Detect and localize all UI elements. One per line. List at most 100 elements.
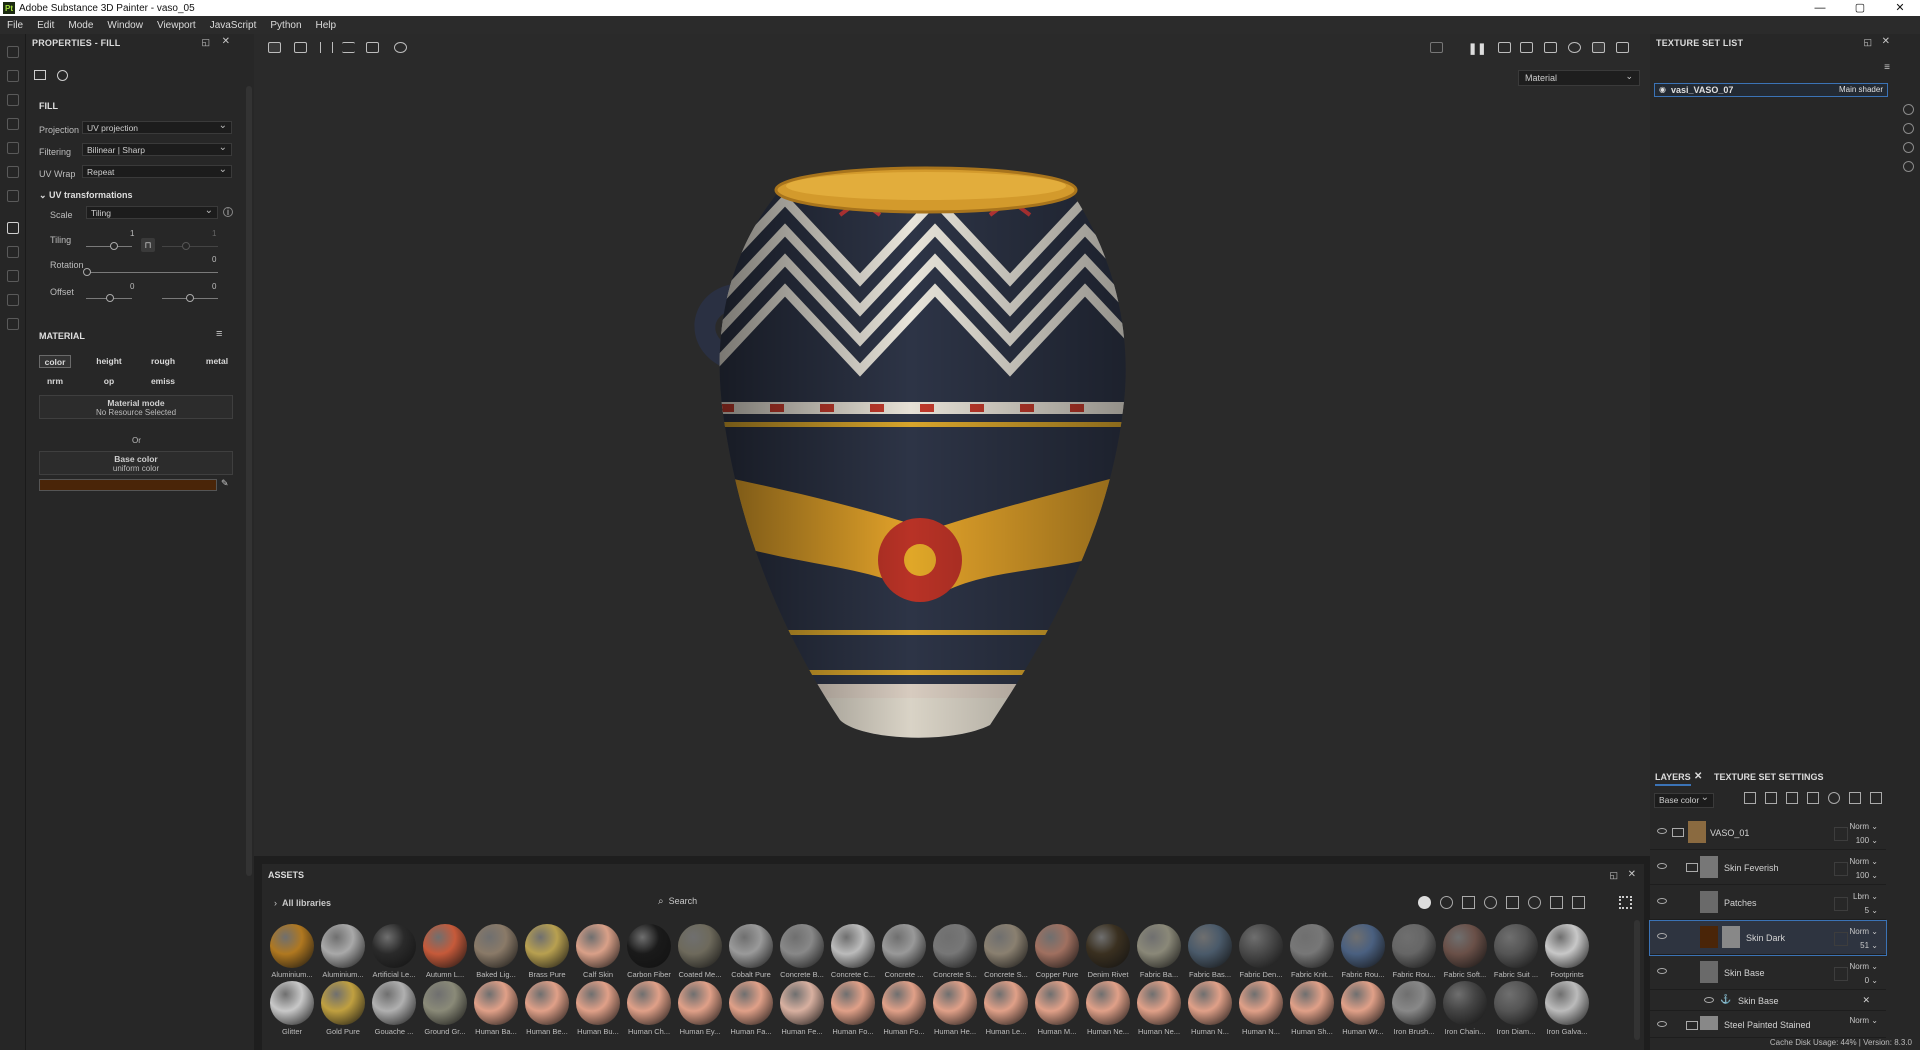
channel-emiss-button[interactable]: emiss xyxy=(147,375,179,388)
layers-close-icon[interactable]: ✕ xyxy=(1694,771,1702,782)
material-mode-slot[interactable]: Material mode No Resource Selected xyxy=(39,395,233,419)
asset-thumbnail[interactable] xyxy=(372,924,416,968)
asset-thumbnail[interactable] xyxy=(423,924,467,968)
asset-thumbnail[interactable] xyxy=(321,981,365,1025)
asset-thumbnail[interactable] xyxy=(1188,924,1232,968)
material-menu-icon[interactable]: ≡ xyxy=(216,328,222,340)
fill-tab-icon[interactable] xyxy=(34,70,46,80)
frame-icon[interactable] xyxy=(366,42,379,53)
screenshot-icon[interactable] xyxy=(1616,42,1629,53)
layer-row[interactable]: Skin Base Norm ⌄ 0 ⌄ xyxy=(1650,956,1886,990)
polygon-fill-icon[interactable] xyxy=(7,222,19,234)
pause-icon[interactable]: ❚❚ xyxy=(1468,42,1486,55)
channel-rough-button[interactable]: rough xyxy=(147,355,179,368)
asset-thumbnail[interactable] xyxy=(270,924,314,968)
pin-icon[interactable]: ◱ xyxy=(201,37,210,48)
add-smart-material-icon[interactable] xyxy=(1828,792,1840,804)
layer-row-selected[interactable]: Skin Dark Norm ⌄ 51 ⌄ xyxy=(1649,920,1887,956)
asset-thumbnail[interactable] xyxy=(576,981,620,1025)
rotation-slider-track[interactable] xyxy=(86,272,218,273)
uvwrap-select[interactable]: Repeat xyxy=(82,164,232,178)
asset-thumbnail[interactable] xyxy=(270,981,314,1025)
visibility-eye-icon[interactable] xyxy=(1657,898,1667,904)
minimize-button[interactable]: — xyxy=(1800,0,1840,16)
asset-thumbnail[interactable] xyxy=(474,924,518,968)
channel-op-button[interactable]: op xyxy=(93,375,125,388)
asset-thumbnail[interactable] xyxy=(525,981,569,1025)
asset-thumbnail[interactable] xyxy=(423,981,467,1025)
asset-thumbnail[interactable] xyxy=(576,924,620,968)
add-folder-icon[interactable] xyxy=(1849,792,1861,804)
asset-thumbnail[interactable] xyxy=(1188,981,1232,1025)
layer-row[interactable]: Skin Feverish Norm ⌄ 100 ⌄ xyxy=(1650,851,1886,885)
asset-thumbnail[interactable] xyxy=(1035,981,1079,1025)
viewport-mode-select[interactable]: Material ⌄ xyxy=(1518,70,1640,86)
layer-blend[interactable]: Norm ⌄ 51 ⌄ xyxy=(1850,925,1879,953)
history-panel-icon[interactable] xyxy=(1903,142,1914,153)
ts-close-icon[interactable]: ✕ xyxy=(1882,36,1890,47)
menu-edit[interactable]: Edit xyxy=(30,20,61,31)
asset-thumbnail[interactable] xyxy=(882,981,926,1025)
shelf-icon[interactable] xyxy=(7,318,19,330)
layer-blend[interactable]: Lbrn ⌄ 5 ⌄ xyxy=(1853,890,1878,918)
eraser-icon[interactable] xyxy=(7,70,19,82)
asset-thumbnail[interactable] xyxy=(321,924,365,968)
paint-brush-icon[interactable] xyxy=(7,46,19,58)
asset-thumbnail[interactable] xyxy=(1035,924,1079,968)
tiling-slider-knob[interactable] xyxy=(110,242,118,250)
asset-thumbnail[interactable] xyxy=(372,981,416,1025)
asset-thumbnail[interactable] xyxy=(1443,981,1487,1025)
bake-icon[interactable] xyxy=(7,246,19,258)
channel-height-button[interactable]: height xyxy=(93,355,125,368)
tab-texture-set-settings[interactable]: TEXTURE SET SETTINGS xyxy=(1714,772,1824,782)
shader-name[interactable]: Main shader xyxy=(1839,85,1883,94)
base-color-slot[interactable]: Base color uniform color xyxy=(39,451,233,475)
menu-window[interactable]: Window xyxy=(100,20,150,31)
smudge-icon[interactable] xyxy=(7,142,19,154)
material-tab-icon[interactable] xyxy=(57,70,68,81)
lock-icon[interactable]: ⊓ xyxy=(141,238,155,252)
menu-help[interactable]: Help xyxy=(309,20,344,31)
display-mode-icon[interactable] xyxy=(1520,42,1533,53)
menu-mode[interactable]: Mode xyxy=(61,20,100,31)
grid-single-icon[interactable] xyxy=(268,42,281,53)
asset-thumbnail[interactable] xyxy=(1239,924,1283,968)
asset-thumbnail[interactable] xyxy=(831,924,875,968)
asset-thumbnail[interactable] xyxy=(882,924,926,968)
tab-layers[interactable]: LAYERS xyxy=(1655,772,1691,786)
asset-thumbnail[interactable] xyxy=(474,981,518,1025)
add-fill-layer-icon[interactable] xyxy=(1807,792,1819,804)
asset-thumbnail[interactable] xyxy=(1494,981,1538,1025)
rotation-slider-knob[interactable] xyxy=(83,268,91,276)
assets-scrollbar[interactable] xyxy=(1634,920,1640,1040)
menu-viewport[interactable]: Viewport xyxy=(150,20,203,31)
remove-effect-icon[interactable]: ✕ xyxy=(1862,995,1870,1006)
layer-row[interactable]: VASO_01 Norm ⌄ 100 ⌄ xyxy=(1650,816,1886,850)
channel-metal-button[interactable]: metal xyxy=(201,355,233,368)
filtering-select[interactable]: Bilinear | Sharp xyxy=(82,142,232,156)
layer-blend[interactable]: Norm ⌄ xyxy=(1850,1014,1879,1028)
ts-pin-icon[interactable]: ◱ xyxy=(1863,37,1872,48)
texture-set-icon[interactable] xyxy=(1903,104,1914,115)
video-icon[interactable] xyxy=(1544,42,1557,53)
asset-thumbnail[interactable] xyxy=(1086,924,1130,968)
layer-channel-select[interactable]: Base color xyxy=(1654,792,1714,808)
menu-file[interactable]: File xyxy=(0,20,30,31)
asset-thumbnail[interactable] xyxy=(627,981,671,1025)
asset-thumbnail[interactable] xyxy=(1341,924,1385,968)
layer-row[interactable]: Steel Painted Stained Norm ⌄ xyxy=(1650,1012,1886,1038)
asset-thumbnail[interactable] xyxy=(1545,924,1589,968)
asset-thumbnail[interactable] xyxy=(984,981,1028,1025)
geometry-mask-icon[interactable] xyxy=(7,118,19,130)
texture-set-item[interactable]: ◉ vasi_VASO_07 Main shader xyxy=(1654,83,1888,97)
color-picker-icon[interactable] xyxy=(7,190,19,202)
asset-thumbnail[interactable] xyxy=(1239,981,1283,1025)
close-button[interactable]: ✕ xyxy=(1880,0,1920,16)
asset-thumbnail[interactable] xyxy=(678,924,722,968)
scale-select[interactable]: Tiling xyxy=(86,205,218,219)
visibility-eye-icon[interactable] xyxy=(1657,863,1667,869)
asset-thumbnail[interactable] xyxy=(984,924,1028,968)
asset-thumbnail[interactable] xyxy=(1290,924,1334,968)
layer-effect-row[interactable]: ⚓ Skin Base ✕ xyxy=(1650,991,1886,1011)
maximize-button[interactable]: ▢ xyxy=(1840,0,1880,16)
